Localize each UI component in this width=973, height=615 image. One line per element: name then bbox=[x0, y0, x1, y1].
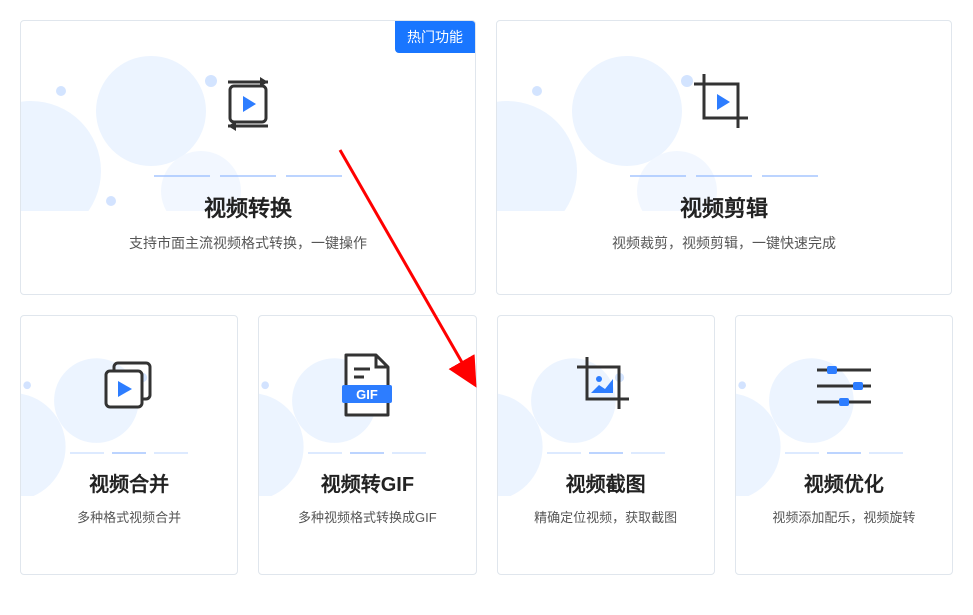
sliders-icon bbox=[809, 326, 879, 446]
feature-card-trim[interactable]: 视频剪辑 视频裁剪，视频剪辑，一键快速完成 bbox=[496, 20, 952, 295]
divider bbox=[70, 452, 188, 454]
feature-card-convert[interactable]: 热门功能 视频转换 支持市面主流视频格式转换，一键操作 bbox=[20, 20, 476, 295]
feature-desc: 精确定位视频，获取截图 bbox=[524, 507, 687, 526]
crop-icon bbox=[682, 39, 766, 169]
feature-card-optimize[interactable]: 视频优化 视频添加配乐，视频旋转 bbox=[735, 315, 953, 575]
feature-title: 视频截图 bbox=[566, 468, 646, 497]
feature-title: 视频合并 bbox=[89, 468, 169, 497]
feature-desc: 多种格式视频合并 bbox=[67, 507, 191, 526]
feature-card-gif[interactable]: GIF 视频转GIF 多种视频格式转换成GIF bbox=[258, 315, 476, 575]
feature-desc: 视频裁剪，视频剪辑，一键快速完成 bbox=[602, 233, 846, 253]
merge-icon bbox=[94, 326, 164, 446]
svg-text:GIF: GIF bbox=[357, 387, 379, 402]
feature-card-merge[interactable]: 视频合并 多种格式视频合并 bbox=[20, 315, 238, 575]
feature-title: 视频转GIF bbox=[321, 468, 414, 497]
gif-icon: GIF bbox=[334, 326, 400, 446]
feature-title: 视频转换 bbox=[204, 191, 292, 223]
convert-icon bbox=[208, 39, 288, 169]
divider bbox=[630, 175, 818, 177]
feature-row-bottom: 视频合并 多种格式视频合并 GIF 视频转GIF 多种视频格式转换成GIF bbox=[20, 315, 953, 575]
screenshot-icon bbox=[569, 326, 643, 446]
divider bbox=[547, 452, 665, 454]
feature-title: 视频优化 bbox=[804, 468, 884, 497]
divider bbox=[308, 452, 426, 454]
feature-desc: 视频添加配乐，视频旋转 bbox=[762, 507, 925, 526]
feature-row-top: 热门功能 视频转换 支持市面主流视频格式转换，一键操作 bbox=[20, 20, 953, 295]
feature-desc: 多种视频格式转换成GIF bbox=[288, 507, 447, 526]
feature-card-screenshot[interactable]: 视频截图 精确定位视频，获取截图 bbox=[497, 315, 715, 575]
feature-desc: 支持市面主流视频格式转换，一键操作 bbox=[119, 233, 377, 253]
feature-title: 视频剪辑 bbox=[680, 191, 768, 223]
hot-badge: 热门功能 bbox=[395, 21, 475, 53]
divider bbox=[785, 452, 903, 454]
divider bbox=[154, 175, 342, 177]
